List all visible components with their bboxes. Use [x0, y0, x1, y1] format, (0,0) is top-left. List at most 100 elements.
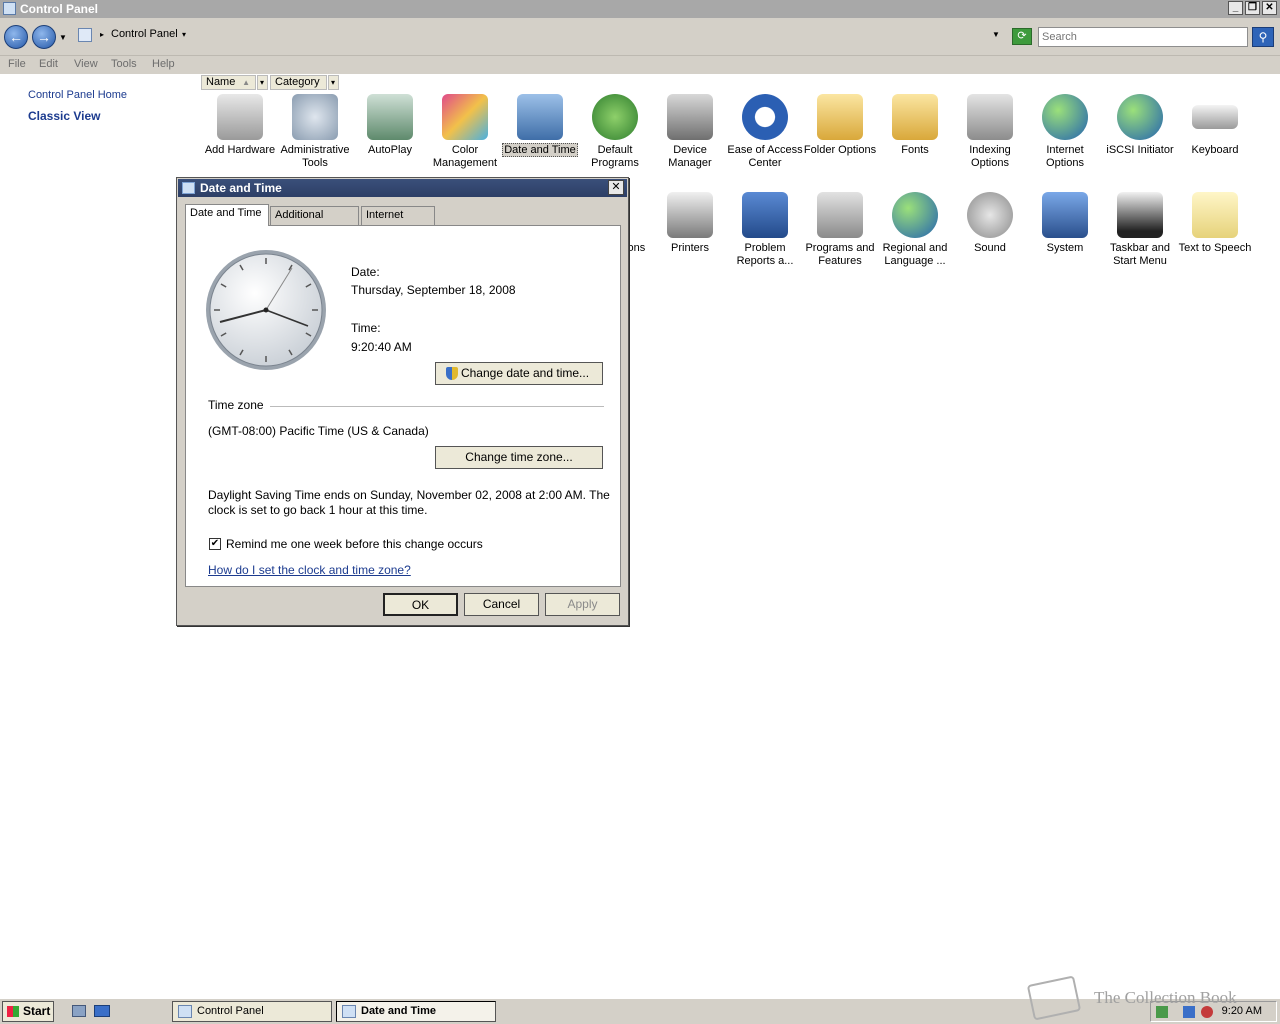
problem-reports-item[interactable]: Problem Reports a... [727, 192, 803, 268]
column-name-dropdown[interactable]: ▾ [257, 75, 268, 90]
item-label: System [1046, 242, 1084, 254]
item-label: Folder Options [803, 144, 877, 156]
search-button[interactable]: ⚲ [1252, 27, 1274, 47]
date-and-time-item[interactable]: Date and Time [502, 94, 578, 157]
keyboard-item[interactable]: Keyboard [1177, 94, 1253, 157]
analog-clock [206, 250, 326, 370]
tab-additional-clocks[interactable]: Additional Clocks [270, 206, 359, 238]
address-field[interactable]: ▸ Control Panel ▾ ▼ [76, 26, 1006, 46]
refresh-button[interactable]: ⟳ [1012, 28, 1032, 45]
close-button[interactable]: ✕ [1262, 1, 1277, 15]
taskbar: Start Control Panel Date and Time 9:20 A… [0, 998, 1280, 1024]
change-date-time-button[interactable]: Change date and time... [435, 362, 603, 385]
indexing-options-item[interactable]: Indexing Options [952, 94, 1028, 170]
back-button[interactable]: ← [4, 25, 28, 49]
item-label: Regional and Language ... [882, 242, 948, 267]
show-desktop-icon[interactable] [72, 1005, 86, 1017]
control-panel-home-link[interactable]: Control Panel Home [28, 89, 127, 101]
dialog-close-button[interactable]: ✕ [608, 180, 624, 195]
item-label: Keyboard [1191, 144, 1239, 156]
control-panel-icon [78, 28, 92, 42]
tab-internet-time[interactable]: Internet Time [361, 206, 435, 238]
administrative-tools-item[interactable]: Administrative Tools [277, 94, 353, 170]
printer-icon [667, 192, 713, 238]
column-header-name[interactable]: Name ▲ [201, 75, 256, 90]
item-label: Device Manager [668, 144, 712, 169]
printers-item[interactable]: Printers [652, 192, 728, 255]
search-input[interactable] [1038, 27, 1248, 47]
calendar-clock-icon [182, 182, 195, 194]
item-label: AutoPlay [367, 144, 413, 156]
task-label: Date and Time [361, 1005, 436, 1017]
windows-flag-icon [7, 1006, 19, 1017]
computer-icon [1042, 192, 1088, 238]
ok-button[interactable]: OK [383, 593, 458, 616]
chevron-right-icon[interactable]: ▸ [100, 30, 104, 39]
remind-checkbox[interactable]: ✔ [209, 538, 221, 550]
taskbar-icon [1117, 192, 1163, 238]
column-name-label: Name [206, 76, 236, 88]
item-label: Color Management [432, 144, 498, 169]
autoplay-item[interactable]: AutoPlay [352, 94, 428, 157]
timezone-value: (GMT-08:00) Pacific Time (US & Canada) [208, 424, 429, 438]
default-programs-icon [592, 94, 638, 140]
text-to-speech-item[interactable]: Text to Speech [1177, 192, 1253, 255]
apply-button[interactable]: Apply [545, 593, 620, 616]
internet-options-item[interactable]: Internet Options [1027, 94, 1103, 170]
color-management-item[interactable]: Color Management [427, 94, 503, 170]
help-link[interactable]: How do I set the clock and time zone? [208, 563, 411, 577]
menu-tools[interactable]: Tools [111, 58, 137, 70]
menu-help[interactable]: Help [152, 58, 175, 70]
dst-text-line1: Daylight Saving Time ends on Sunday, Nov… [208, 488, 610, 502]
taskbar-start-menu-item[interactable]: Taskbar and Start Menu [1102, 192, 1178, 268]
menu-file[interactable]: File [8, 58, 26, 70]
item-label: Fonts [901, 144, 929, 156]
start-label: Start [23, 1004, 51, 1018]
regional-and-language-item[interactable]: Regional and Language ... [877, 192, 953, 268]
forward-button[interactable]: → [32, 25, 56, 49]
tab-date-and-time[interactable]: Date and Time [185, 204, 269, 226]
item-label: Date and Time [502, 143, 578, 157]
minimize-button[interactable]: _ [1228, 1, 1243, 15]
server-manager-icon[interactable] [94, 1005, 110, 1017]
menu-edit[interactable]: Edit [39, 58, 58, 70]
keyboard-icon [1192, 105, 1238, 129]
task-pane: Control Panel Home Classic View [0, 74, 200, 994]
column-category-dropdown[interactable]: ▾ [328, 75, 339, 90]
change-time-zone-button[interactable]: Change time zone... [435, 446, 603, 469]
item-label: Add Hardware [204, 144, 276, 156]
programs-and-features-item[interactable]: Programs and Features [802, 192, 878, 268]
column-header-category[interactable]: Category [270, 75, 327, 90]
dialog-titlebar[interactable]: Date and Time [178, 179, 627, 197]
device-manager-item[interactable]: Device Manager [652, 94, 728, 170]
tab-panel: Date: Thursday, September 18, 2008 Time:… [185, 225, 621, 587]
iscsi-initiator-item[interactable]: iSCSI Initiator [1102, 94, 1178, 157]
task-date-and-time[interactable]: Date and Time [336, 1001, 496, 1022]
dialog-title: Date and Time [200, 181, 282, 195]
indexing-icon [967, 94, 1013, 140]
folder-icon [817, 94, 863, 140]
restore-button[interactable]: ❐ [1245, 1, 1260, 15]
menu-view[interactable]: View [74, 58, 98, 70]
cancel-button[interactable]: Cancel [464, 593, 539, 616]
classic-view-link[interactable]: Classic View [28, 109, 101, 123]
device-manager-icon [667, 94, 713, 140]
system-item[interactable]: System [1027, 192, 1103, 255]
remind-checkbox-label[interactable]: Remind me one week before this change oc… [226, 537, 483, 551]
task-control-panel[interactable]: Control Panel [172, 1001, 332, 1022]
fonts-item[interactable]: Fonts [877, 94, 953, 157]
watermark-text: The Collection Book [1094, 988, 1237, 1007]
sound-item[interactable]: Sound [952, 192, 1028, 255]
start-button[interactable]: Start [2, 1001, 54, 1022]
address-location[interactable]: Control Panel [111, 28, 178, 40]
recent-pages-dropdown[interactable]: ▼ [59, 33, 67, 42]
default-programs-item[interactable]: Default Programs [577, 94, 653, 170]
address-dropdown-icon[interactable]: ▼ [992, 30, 1000, 39]
ease-of-access-item[interactable]: Ease of Access Center [727, 94, 803, 170]
time-value: 9:20:40 AM [351, 340, 412, 354]
item-label: Taskbar and Start Menu [1110, 242, 1170, 267]
calendar-clock-icon [517, 94, 563, 140]
add-hardware-item[interactable]: Add Hardware [202, 94, 278, 157]
folder-options-item[interactable]: Folder Options [802, 94, 878, 157]
chevron-down-icon[interactable]: ▾ [182, 30, 186, 39]
